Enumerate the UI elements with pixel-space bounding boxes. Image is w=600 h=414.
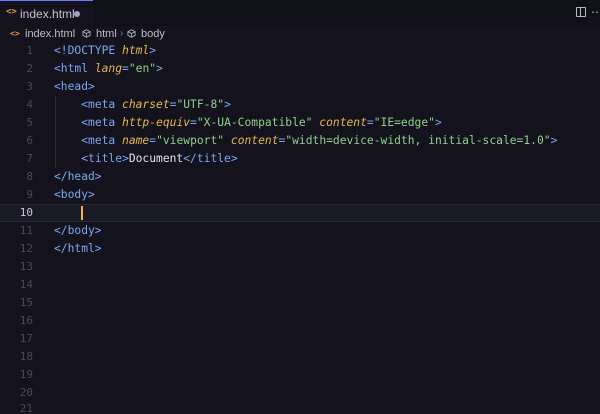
line-number: 11 [19,224,33,237]
code-line[interactable]: 14 [0,276,600,294]
code-line[interactable]: 7 <title>Document</title> [0,150,600,168]
text-cursor [81,206,83,220]
code-text: <meta http-equiv="X-UA-Compatible" conte… [81,116,442,129]
code-text: </head> [54,170,102,183]
code-line[interactable]: 12 </html> [0,240,600,258]
code-editor[interactable]: 1 <!DOCTYPE html> 2 <html lang="en"> 3 <… [0,42,600,414]
code-text: </body> [54,224,102,237]
line-number: 1 [26,44,33,57]
tab-label: index.html [20,7,75,21]
chevron-right-icon: › [120,28,124,39]
code-line[interactable]: 13 [0,258,600,276]
tab-index-html[interactable]: <> index.html [0,0,93,26]
code-line[interactable]: 2 <html lang="en"> [0,60,600,78]
code-line[interactable]: 19 [0,366,600,384]
tab-bar: <> index.html ⋯ [0,0,600,26]
line-number: 21 [19,402,33,414]
breadcrumb: <> index.html › html › body [0,26,600,42]
code-line[interactable]: 8 </head> [0,168,600,186]
code-line[interactable]: 11 </body> [0,222,600,240]
code-text: <title>Document</title> [81,152,238,165]
line-number: 16 [19,314,33,327]
line-number: 6 [26,134,33,147]
unsaved-dot-icon[interactable] [74,11,80,17]
line-number: 10 [19,206,33,219]
code-text: <meta name="viewport" content="width=dev… [81,134,558,147]
code-line[interactable]: 1 <!DOCTYPE html> [0,42,600,60]
line-number: 8 [26,170,33,183]
html-file-icon: <> [10,29,20,38]
code-line-active[interactable]: 10 [0,204,600,222]
code-line[interactable]: 4 <meta charset="UTF-8"> [0,96,600,114]
code-line[interactable]: 5 <meta http-equiv="X-UA-Compatible" con… [0,114,600,132]
breadcrumb-file[interactable]: index.html [25,28,75,40]
line-number: 13 [19,260,33,273]
code-line[interactable]: 9 <body> [0,186,600,204]
line-number: 14 [19,278,33,291]
breadcrumb-html[interactable]: html [96,28,117,40]
split-editor-icon[interactable] [576,7,586,17]
code-line[interactable]: 18 [0,348,600,366]
line-number: 19 [19,368,33,381]
code-line[interactable]: 3 <head> [0,78,600,96]
line-number: 5 [26,116,33,129]
line-number: 4 [26,98,33,111]
code-text: <head> [54,80,95,93]
line-number: 9 [26,188,33,201]
line-number: 12 [19,242,33,255]
html-file-icon: <> [6,7,17,17]
code-line[interactable]: 16 [0,312,600,330]
line-number: 17 [19,332,33,345]
breadcrumb-body[interactable]: body [141,28,165,40]
code-line[interactable]: 6 <meta name="viewport" content="width=d… [0,132,600,150]
line-number: 7 [26,152,33,165]
code-text: <meta charset="UTF-8"> [81,98,231,111]
code-text: <html lang="en"> [54,62,163,75]
line-number: 18 [19,350,33,363]
code-text: <body> [54,188,95,201]
chevron-right-icon: › [72,28,76,39]
more-actions-icon[interactable]: ⋯ [591,5,600,19]
code-text: </html> [54,242,102,255]
code-line[interactable]: 21 [0,400,600,414]
cube-icon [127,29,136,38]
code-text: <!DOCTYPE html> [54,44,157,57]
line-number: 15 [19,296,33,309]
line-number: 2 [26,62,33,75]
line-number: 3 [26,80,33,93]
cube-icon [82,29,91,38]
code-line[interactable]: 17 [0,330,600,348]
code-line[interactable]: 15 [0,294,600,312]
